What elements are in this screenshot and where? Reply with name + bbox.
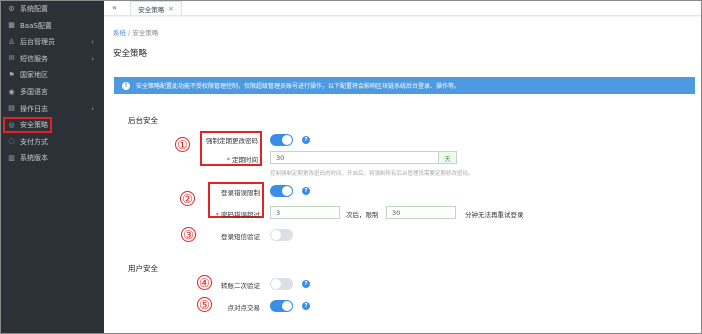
pw-errors-tail-text: 分钟无法再重试登录 bbox=[465, 211, 524, 219]
annotation-marker-1: ① bbox=[175, 137, 190, 152]
breadcrumb-current: 安全策略 bbox=[132, 29, 159, 37]
sidebar-item[interactable]: ◌ 支付方式 bbox=[0, 135, 104, 149]
sidebar-item[interactable]: ◉ 多国语言 bbox=[0, 85, 104, 99]
chevron-right-icon: › bbox=[91, 104, 94, 113]
page-title: 安全策略 bbox=[113, 49, 148, 59]
sidebar-item-label: 操作日志 bbox=[20, 104, 48, 113]
sms-verify-label: 登录短信验证 bbox=[221, 233, 260, 241]
sidebar-item-label: 国家地区 bbox=[20, 71, 48, 80]
force-change-label: 强制定期更改密码 bbox=[206, 137, 258, 145]
sidebar-item-label: 多国语言 bbox=[20, 88, 48, 96]
close-icon[interactable]: ✕ bbox=[168, 5, 173, 13]
sidebar-item-label: 支付方式 bbox=[20, 137, 48, 146]
sidebar-item-label: 后台管理员 bbox=[20, 38, 55, 47]
period-label-text: 定期时间 bbox=[232, 156, 258, 164]
toggle-knob bbox=[282, 301, 292, 311]
login-limit-toggle[interactable] bbox=[270, 185, 293, 197]
annotation-marker-2: ② bbox=[180, 191, 195, 206]
info-alert: ! 安全策略配置此功能不受权限管理控制，仅限超级管理员账号进行操作，以下配置将会… bbox=[114, 77, 695, 94]
main-content: 系统 / 安全策略 安全策略 ! 安全策略配置此功能不受权限管理控制，仅限超级管… bbox=[104, 17, 702, 334]
p2p-label: 点对点交易 bbox=[227, 304, 261, 312]
alert-text: 安全策略配置此功能不受权限管理控制，仅限超级管理员账号进行操作，以下配置将会影响… bbox=[136, 83, 461, 90]
annotation-marker-3: ③ bbox=[181, 227, 196, 242]
sidebar-item[interactable]: ⚑ 国家地区 bbox=[0, 68, 104, 82]
period-unit: 天 bbox=[439, 151, 457, 164]
lockout-minutes-input[interactable]: 30 bbox=[386, 206, 456, 219]
period-hint: 控制强制定期更改密码的时间，开启后，将强制所有后台管理员需要定期修改密码。 bbox=[270, 171, 474, 177]
sidebar-item[interactable]: ▦ BaaS配置 bbox=[0, 19, 104, 33]
sidebar-item-label: 短信服务 bbox=[20, 54, 48, 63]
sidebar-item[interactable]: ⚙ 系统配置 bbox=[0, 2, 104, 16]
flag-icon: ⚑ bbox=[8, 70, 15, 79]
pw-errors-label-text: 密码错误超过 bbox=[221, 211, 260, 219]
two-factor-toggle[interactable] bbox=[270, 278, 293, 290]
sms-verify-toggle[interactable] bbox=[270, 229, 293, 241]
sidebar: ⚙ 系统配置 ▦ BaaS配置 ♙ 后台管理员 › ✉ 短信服务 › ⚑ 国家地区 ◉ 多国语言 ▤ 操作日志… bbox=[0, 0, 104, 334]
help-icon[interactable]: ? bbox=[302, 136, 310, 144]
globe-icon: ◉ bbox=[8, 87, 15, 96]
tab-label: 安全策略 bbox=[138, 5, 165, 14]
pw-errors-input[interactable]: 3 bbox=[270, 206, 340, 219]
info-icon: ! bbox=[122, 81, 130, 90]
breadcrumb-root-link[interactable]: 系统 bbox=[113, 29, 126, 37]
pw-errors-label: * 密码错误超过 bbox=[208, 209, 260, 219]
period-label: * 定期时间 bbox=[200, 154, 258, 164]
sidebar-highlight-annotation bbox=[3, 117, 52, 133]
log-icon: ▤ bbox=[8, 104, 15, 113]
help-icon[interactable]: ? bbox=[302, 302, 310, 310]
tab-bar: « 安全策略 ✕ bbox=[104, 0, 702, 16]
toggle-knob bbox=[282, 186, 292, 196]
tab-security-policy[interactable]: 安全策略 ✕ bbox=[130, 1, 182, 15]
breadcrumb-separator: / bbox=[128, 29, 131, 37]
gear-icon: ⚙ bbox=[8, 4, 15, 13]
message-icon: ✉ bbox=[8, 54, 15, 63]
force-change-toggle[interactable] bbox=[270, 134, 293, 146]
required-mark: * bbox=[226, 156, 230, 164]
pay-icon: ◌ bbox=[8, 137, 15, 146]
section-user-security: 用户安全 bbox=[128, 264, 158, 273]
section-backend-security: 后台安全 bbox=[128, 116, 158, 125]
pw-errors-mid-text: 次后，限制 bbox=[346, 211, 379, 219]
sidebar-item[interactable]: ▥ 系统版本 bbox=[0, 151, 104, 165]
sidebar-item[interactable]: ✉ 短信服务 › bbox=[0, 52, 104, 66]
two-factor-label: 转账二次验证 bbox=[221, 282, 260, 290]
toggle-knob bbox=[282, 135, 292, 145]
p2p-toggle[interactable] bbox=[270, 300, 293, 312]
help-icon[interactable]: ? bbox=[302, 187, 310, 195]
annotation-marker-4: ④ bbox=[197, 275, 212, 290]
chevron-right-icon: › bbox=[91, 54, 94, 63]
version-icon: ▥ bbox=[8, 153, 15, 162]
annotation-marker-5: ⑤ bbox=[197, 297, 212, 312]
help-icon[interactable]: ? bbox=[302, 280, 310, 288]
sidebar-item-label: 系统配置 bbox=[20, 5, 48, 13]
login-limit-label: 登录错误限制 bbox=[221, 189, 260, 197]
sidebar-item[interactable]: ▤ 操作日志 › bbox=[0, 102, 104, 116]
sidebar-item-label: 系统版本 bbox=[20, 154, 48, 163]
toggle-knob bbox=[271, 230, 281, 240]
sidebar-item-label: BaaS配置 bbox=[20, 21, 52, 30]
toggle-knob bbox=[271, 279, 281, 289]
breadcrumb: 系统 / 安全策略 bbox=[113, 27, 158, 37]
tabs-back-button[interactable]: « bbox=[112, 3, 117, 12]
chevron-right-icon: › bbox=[91, 38, 94, 47]
user-icon: ♙ bbox=[8, 37, 15, 46]
sidebar-item[interactable]: ♙ 后台管理员 › bbox=[0, 35, 104, 49]
required-mark: * bbox=[215, 211, 219, 219]
cube-icon: ▦ bbox=[8, 21, 15, 30]
period-input[interactable]: 30 bbox=[270, 151, 439, 164]
